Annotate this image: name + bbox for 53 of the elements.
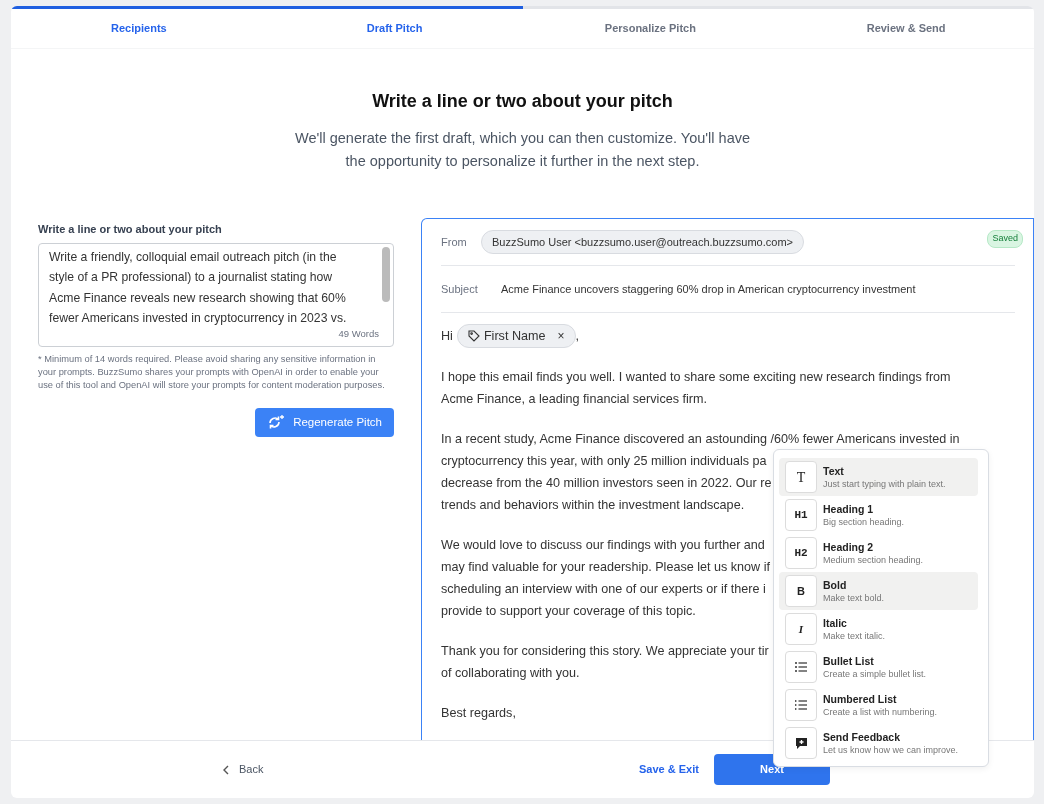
subject-text: Acme Finance uncovers staggering 60% drop in American cryptocurrency investment xyxy=(501,281,916,297)
scrollbar-thumb[interactable] xyxy=(382,246,390,302)
bullet-list-icon xyxy=(785,651,817,683)
numbered-list-icon xyxy=(785,689,817,721)
format-icon: H2 xyxy=(785,537,817,569)
disclaimer-note: * Minimum of 14 words required. Please avoid sharing any sensitive information in your prompts. BuzzSumo shares your prompts with OpenAI in order to enable your use of this tool and OpenAI will store your prompts for content moderation purposes. xyxy=(38,352,386,392)
remove-tag-button[interactable]: × xyxy=(557,325,565,347)
body-text-line: Best regards, xyxy=(441,705,516,722)
step-tab[interactable]: Personalize Pitch xyxy=(522,19,779,38)
body-text-line: provide to support your coverage of this topic. xyxy=(441,603,696,620)
body-text-line: decrease from the 40 million investors seen in 2022. Our re xyxy=(441,475,772,492)
sender-chip[interactable]: BuzzSumo User <buzzsumo.user@outreach.buzzsumo.com> xyxy=(481,229,804,255)
step-tab[interactable]: Review & Send xyxy=(778,19,1034,38)
body-text-line: cryptocurrency this year, with only 25 million individuals pa xyxy=(441,453,767,470)
feedback-icon xyxy=(785,727,817,759)
menu-item[interactable]: T Text Just start typing with plain text. xyxy=(779,458,978,496)
tag-icon xyxy=(467,330,480,342)
body-text-line: trends and behaviors within the investment landscape. xyxy=(441,497,745,514)
format-icon: T xyxy=(785,461,817,493)
body-text-line: Acme Finance, a leading financial services firm. xyxy=(441,391,707,408)
format-icon: B xyxy=(785,575,817,607)
body-text-line: of collaborating with you. xyxy=(441,665,580,682)
greeting-comma: , xyxy=(575,328,579,345)
format-icon: H1 xyxy=(785,499,817,531)
subject-label: Subject xyxy=(441,281,479,297)
menu-item[interactable]: Bullet List Create a simple bullet list. xyxy=(779,648,978,686)
body-text-line: We would love to discuss our findings with you further and xyxy=(441,537,765,554)
menu-item[interactable]: B Bold Make text bold. xyxy=(779,572,978,610)
save-exit-link[interactable]: Save & Exit xyxy=(633,760,705,779)
page-subheading: We'll generate the first draft, which you can then customize. You'll have the opportunity to personalize it further in the next step. xyxy=(294,129,751,171)
pitch-field[interactable]: Write a friendly, colloquial email outreach pitch (in the style of a PR professional) to a journalist stating how Acme Finance reveals new research showing that 60% fewer Americans invested in cryptocurrency in 2023 vs. 49 Words xyxy=(38,242,394,347)
menu-item[interactable]: H1 Heading 1 Big section heading. xyxy=(779,496,978,534)
body-text-line: may find valuable for your readership. Please let us know if xyxy=(441,559,770,576)
regenerate-icon xyxy=(267,414,286,431)
body-text-line: Thank you for considering this story. We appreciate your tir xyxy=(441,643,769,660)
step-tab[interactable]: Recipients xyxy=(11,19,267,38)
chevron-left-icon xyxy=(223,764,229,775)
format-icon: I xyxy=(785,613,817,645)
body-text-line: scheduling an interview with one of our experts or if there i xyxy=(441,581,766,598)
page-heading: Write a line or two about your pitch xyxy=(371,90,674,113)
step-tab[interactable]: Draft Pitch xyxy=(266,19,523,38)
greeting-text: Hi xyxy=(441,328,453,345)
body-text-line: I hope this email finds you well. I wanted to share some exciting new research findings from xyxy=(441,369,951,386)
body-text-line: In a recent study, Acme Finance discovered an astounding /60% fewer Americans invested in xyxy=(441,431,960,448)
back-button[interactable]: Back xyxy=(217,760,270,779)
menu-item[interactable]: Numbered List Create a list with numbering. xyxy=(779,686,978,724)
merge-tag[interactable]: First Name × xyxy=(456,324,576,348)
field-label: Write a line or two about your pitch xyxy=(38,222,223,237)
from-label: From xyxy=(441,234,468,250)
regenerate-button[interactable]: Regenerate Pitch xyxy=(255,407,394,437)
saved-status: Saved xyxy=(987,230,1023,248)
menu-item[interactable]: I Italic Make text italic. xyxy=(779,610,978,648)
menu-item[interactable]: H2 Heading 2 Medium section heading. xyxy=(779,534,978,572)
